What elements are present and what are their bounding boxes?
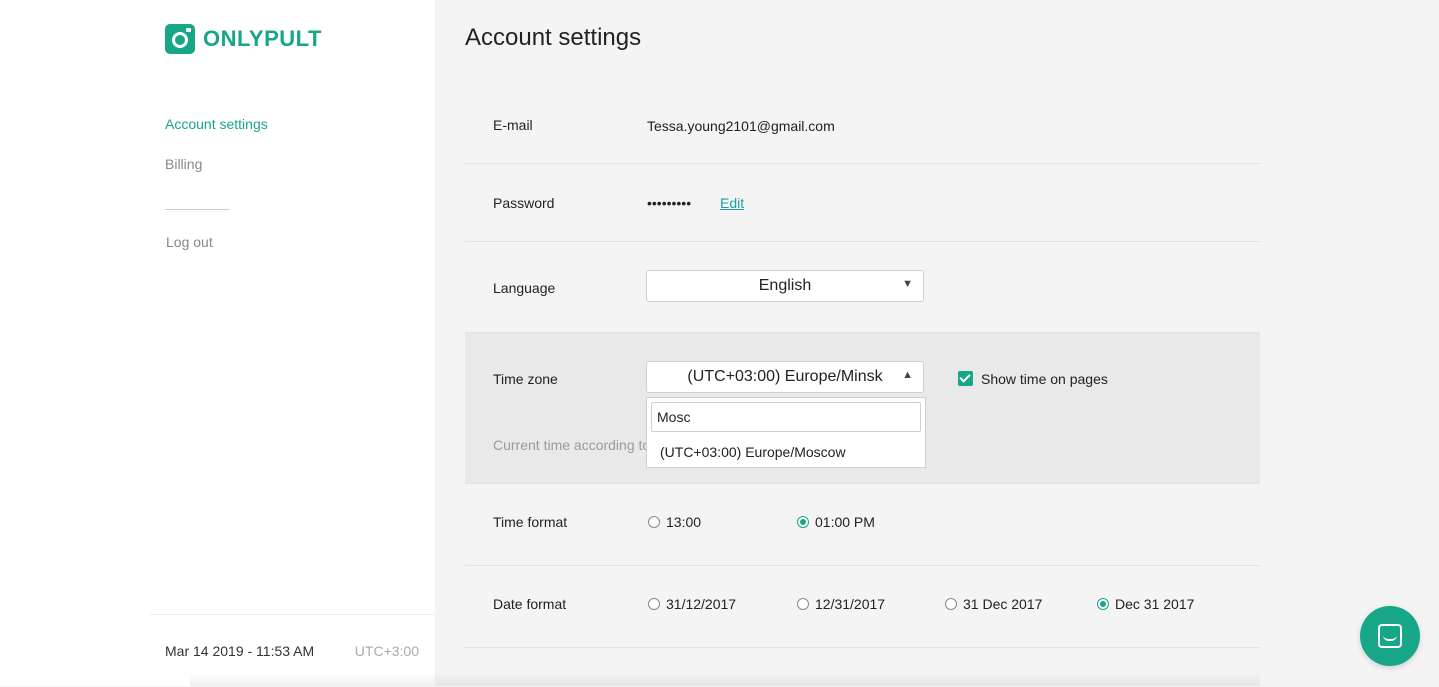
sidebar-item-account-settings[interactable]: Account settings [165, 116, 268, 132]
password-edit-link[interactable]: Edit [720, 195, 744, 211]
time-format-radio-12h[interactable] [797, 516, 809, 528]
show-time-label: Show time on pages [981, 371, 1108, 387]
language-row: Language English ▼ [465, 242, 1260, 333]
current-time-prefix: Current time according to [493, 437, 651, 453]
date-format-label-2: 12/31/2017 [815, 596, 886, 612]
timezone-label: Time zone [493, 371, 558, 387]
chevron-down-icon: ▼ [902, 278, 913, 290]
time-format-label: Time format [493, 514, 568, 530]
password-row: Password ••••••••• Edit [465, 164, 1260, 242]
password-label: Password [493, 195, 555, 211]
date-format-radio-4[interactable] [1097, 598, 1109, 610]
date-format-radio-1[interactable] [648, 598, 660, 610]
logo[interactable]: ONLYPULT [165, 24, 322, 54]
date-format-row: Date format 31/12/2017 12/31/2017 31 Dec… [465, 566, 1260, 648]
footer-timezone: UTC+3:00 [354, 643, 419, 659]
logout-link[interactable]: Log out [166, 234, 213, 250]
date-format-label: Date format [493, 596, 567, 612]
language-selected: English [758, 277, 812, 294]
time-format-label-12h: 01:00 PM [815, 514, 875, 530]
password-value: ••••••••• [647, 195, 692, 211]
chat-icon[interactable] [1360, 606, 1420, 666]
scroll-shadow [190, 672, 1260, 686]
date-format-label-1: 31/12/2017 [666, 596, 737, 612]
chevron-up-icon: ▲ [902, 369, 913, 381]
page-title: Account settings [465, 24, 642, 51]
date-format-radio-3[interactable] [945, 598, 957, 610]
date-format-label-3: 31 Dec 2017 [963, 596, 1043, 612]
sidebar-item-billing[interactable]: Billing [165, 156, 202, 172]
timezone-selected: (UTC+03:00) Europe/Minsk [687, 368, 883, 385]
time-format-radio-24h[interactable] [648, 516, 660, 528]
email-row: E-mail Tessa.young2101@gmail.com [465, 86, 1260, 164]
language-label: Language [493, 280, 556, 296]
footer-datetime: Mar 14 2019 - 11:53 AM [165, 643, 315, 659]
timezone-dropdown: (UTC+03:00) Europe/Moscow [646, 397, 926, 468]
language-select[interactable]: English ▼ [646, 270, 924, 302]
brand-name: ONLYPULT [203, 26, 322, 51]
show-time-checkbox[interactable] [958, 371, 973, 386]
time-format-row: Time format 13:00 01:00 PM [465, 484, 1260, 566]
timezone-select[interactable]: (UTC+03:00) Europe/Minsk ▲ [646, 361, 924, 393]
email-value: Tessa.young2101@gmail.com [647, 118, 835, 134]
time-format-label-24h: 13:00 [666, 514, 702, 530]
timezone-option[interactable]: (UTC+03:00) Europe/Moscow [660, 444, 846, 460]
email-label: E-mail [493, 117, 533, 133]
sidebar-divider [165, 209, 230, 210]
date-format-label-4: Dec 31 2017 [1115, 596, 1195, 612]
date-format-radio-2[interactable] [797, 598, 809, 610]
camera-logo-icon [165, 24, 195, 54]
timezone-search-input[interactable] [651, 402, 921, 432]
sidebar: ONLYPULT Account settings Billing Log ou… [0, 0, 435, 686]
